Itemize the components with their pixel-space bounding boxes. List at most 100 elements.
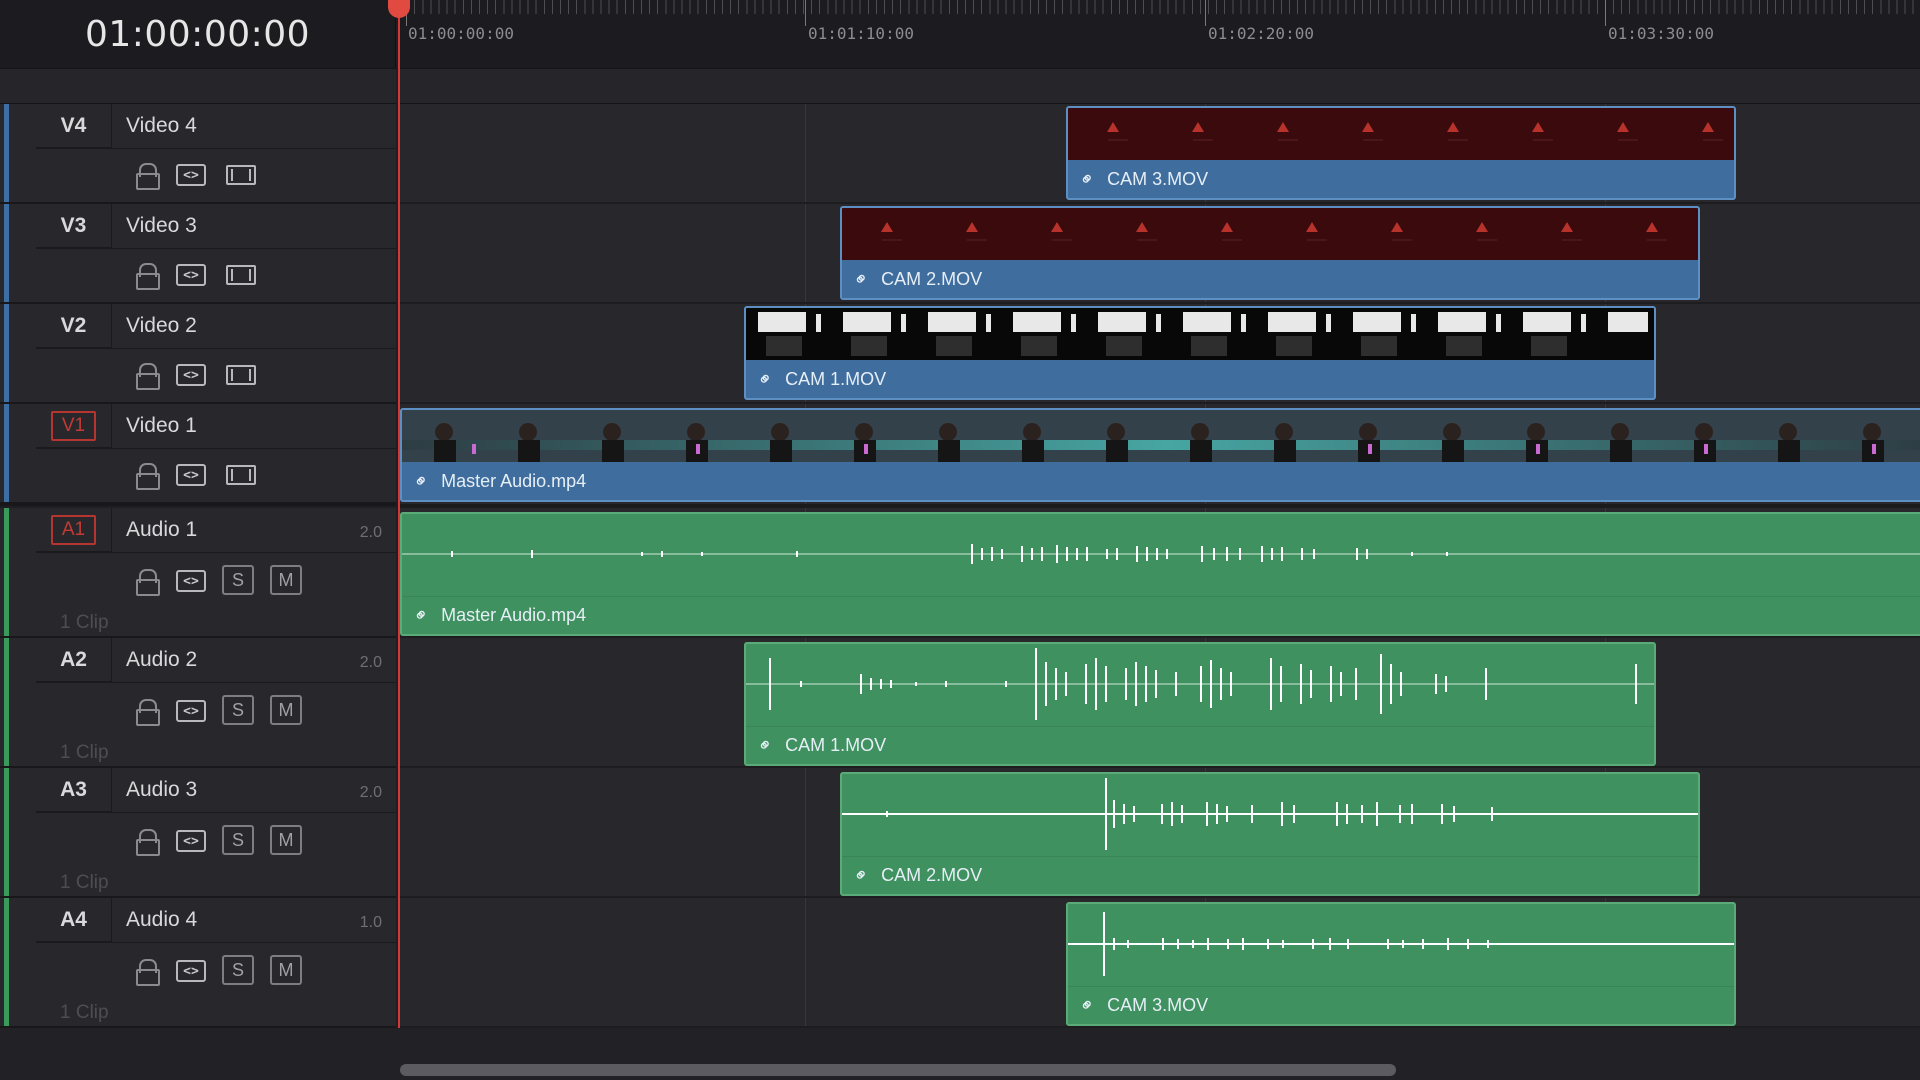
track-id: V4 xyxy=(60,113,87,137)
link-icon: ⚭ xyxy=(408,602,434,628)
solo-button[interactable]: S xyxy=(222,565,254,595)
ruler-major-tick xyxy=(1605,0,1606,26)
audio-clip-cam1[interactable]: ⚭ CAM 1.MOV xyxy=(744,642,1656,766)
ruler-spacer xyxy=(398,68,1920,104)
lock-icon[interactable] xyxy=(136,569,160,596)
track-controls: <> S M xyxy=(36,812,396,868)
offline-thumbnail-strip xyxy=(881,222,1667,241)
track-name[interactable]: Audio 1 xyxy=(126,518,197,542)
film-icon[interactable] xyxy=(226,265,256,285)
lock-icon[interactable] xyxy=(136,363,160,390)
header-spacer xyxy=(0,68,396,104)
track-header-a4[interactable]: A4 Audio 4 1.0 <> S M 1 Clip xyxy=(0,898,396,1028)
clip-thumbnails xyxy=(746,308,1654,360)
clip-count: 1 Clip xyxy=(60,1002,109,1023)
film-icon[interactable] xyxy=(226,465,256,485)
track-color-bar xyxy=(4,768,9,896)
lock-icon[interactable] xyxy=(136,699,160,726)
audio-clip-master[interactable]: ⚭ Master Audio.mp4 xyxy=(400,512,1920,636)
audio-clip-cam2[interactable]: ⚭ CAM 2.MOV xyxy=(840,772,1700,896)
channel-format: 2.0 xyxy=(359,524,382,541)
clip-name: Master Audio.mp4 xyxy=(441,470,587,491)
track-header-a1[interactable]: A1 Audio 1 2.0 <> S M 1 Clip xyxy=(0,508,396,638)
track-color-bar xyxy=(4,104,9,202)
mute-button[interactable]: M xyxy=(270,565,302,595)
track-name[interactable]: Video 2 xyxy=(126,314,197,338)
link-icon: ⚭ xyxy=(408,468,434,494)
track-header-a3[interactable]: A3 Audio 3 2.0 <> S M 1 Clip xyxy=(0,768,396,898)
video-clip-cam3[interactable]: ⚭ CAM 3.MOV xyxy=(1066,106,1736,200)
clip-thumbnails xyxy=(402,410,1920,462)
playhead-line[interactable] xyxy=(398,0,400,1058)
clip-thumbnails xyxy=(1068,108,1734,160)
track-id-cell[interactable]: V2 xyxy=(36,304,112,348)
film-icon[interactable] xyxy=(226,165,256,185)
ruler-label: 01:00:00:00 xyxy=(408,24,514,43)
clip-count: 1 Clip xyxy=(60,612,109,633)
track-id-cell[interactable]: V4 xyxy=(36,104,112,148)
clip-thumbnails xyxy=(842,208,1698,260)
clip-label-row: ⚭ Master Audio.mp4 xyxy=(402,596,1920,634)
film-icon[interactable] xyxy=(226,365,256,385)
track-id-cell[interactable]: V1 xyxy=(36,404,112,448)
track-header-v3[interactable]: V3 Video 3 <> xyxy=(0,204,396,304)
auto-select-icon[interactable]: <> xyxy=(176,960,206,982)
clip-count: 1 Clip xyxy=(60,872,109,893)
timeline-area[interactable]: ⚭ CAM 3.MOV ⚭ CAM 2.MOV ⚭ CAM 1.MOV ⚭ Ma… xyxy=(398,104,1920,1028)
track-color-bar xyxy=(4,304,9,402)
solo-button[interactable]: S xyxy=(222,695,254,725)
lock-icon[interactable] xyxy=(136,829,160,856)
track-header-v4[interactable]: V4 Video 4 <> xyxy=(0,104,396,204)
video-clip-cam2[interactable]: ⚭ CAM 2.MOV xyxy=(840,206,1700,300)
track-name[interactable]: Audio 4 xyxy=(126,908,197,932)
track-name[interactable]: Video 1 xyxy=(126,414,197,438)
auto-select-icon[interactable]: <> xyxy=(176,364,206,386)
link-icon: ⚭ xyxy=(1074,166,1100,192)
timeline-ruler[interactable]: 01:00:00:00 01:01:10:00 01:02:20:00 01:0… xyxy=(398,0,1920,68)
auto-select-icon[interactable]: <> xyxy=(176,464,206,486)
track-id-cell[interactable]: A4 xyxy=(36,898,112,942)
track-name[interactable]: Video 4 xyxy=(126,114,197,138)
track-id-cell[interactable]: A1 xyxy=(36,508,112,552)
auto-select-icon[interactable]: <> xyxy=(176,264,206,286)
track-id-cell[interactable]: A2 xyxy=(36,638,112,682)
track-controls: <> xyxy=(36,248,396,300)
track-id: V3 xyxy=(60,213,87,237)
mute-button[interactable]: M xyxy=(270,825,302,855)
track-controls: <> S M xyxy=(36,682,396,738)
auto-select-icon[interactable]: <> xyxy=(176,164,206,186)
track-id-cell[interactable]: A3 xyxy=(36,768,112,812)
audio-clip-cam3[interactable]: ⚭ CAM 3.MOV xyxy=(1066,902,1736,1026)
lock-icon[interactable] xyxy=(136,263,160,290)
thumbnail-strip xyxy=(402,410,1920,462)
track-id-cell[interactable]: V3 xyxy=(36,204,112,248)
track-id: V1 xyxy=(50,410,97,441)
lock-icon[interactable] xyxy=(136,959,160,986)
track-name[interactable]: Audio 2 xyxy=(126,648,197,672)
mute-button[interactable]: M xyxy=(270,955,302,985)
video-clip-cam1[interactable]: ⚭ CAM 1.MOV xyxy=(744,306,1656,400)
track-header-v1[interactable]: V1 Video 1 <> xyxy=(0,404,396,506)
track-header-v2[interactable]: V2 Video 2 <> xyxy=(0,304,396,404)
track-name[interactable]: Video 3 xyxy=(126,214,197,238)
auto-select-icon[interactable]: <> xyxy=(176,830,206,852)
solo-button[interactable]: S xyxy=(222,955,254,985)
mute-button[interactable]: M xyxy=(270,695,302,725)
clip-name: CAM 3.MOV xyxy=(1107,995,1209,1015)
lock-icon[interactable] xyxy=(136,463,160,490)
solo-button[interactable]: S xyxy=(222,825,254,855)
horizontal-scrollbar[interactable] xyxy=(400,1064,1396,1076)
link-icon: ⚭ xyxy=(752,366,778,392)
auto-select-icon[interactable]: <> xyxy=(176,570,206,592)
track-color-bar xyxy=(4,204,9,302)
timecode[interactable]: 01:00:00:00 xyxy=(85,14,310,55)
lock-icon[interactable] xyxy=(136,163,160,190)
thumbnail-strip xyxy=(758,312,1648,356)
video-clip-master[interactable]: ⚭ Master Audio.mp4 xyxy=(400,408,1920,502)
link-icon: ⚭ xyxy=(752,732,778,758)
track-id: A3 xyxy=(60,777,87,801)
track-name[interactable]: Audio 3 xyxy=(126,778,197,802)
track-header-a2[interactable]: A2 Audio 2 2.0 <> S M 1 Clip xyxy=(0,638,396,768)
auto-select-icon[interactable]: <> xyxy=(176,700,206,722)
timecode-display[interactable]: 01:00:00:00 xyxy=(0,0,396,68)
